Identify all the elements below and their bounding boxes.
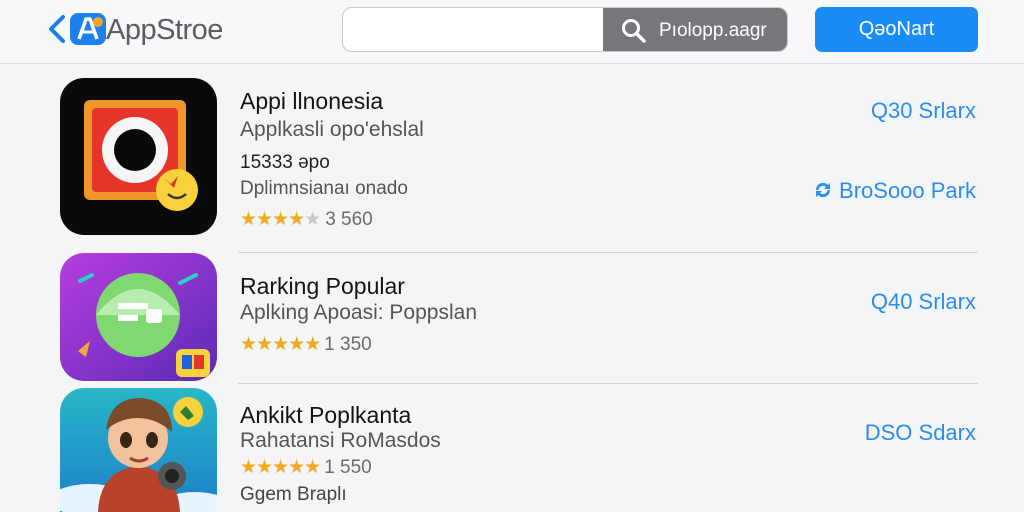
app-title[interactable]: Ankikt Poplkanta: [240, 402, 411, 429]
app-title[interactable]: Rarking Popular: [240, 273, 405, 300]
star-empty-icon: ★: [304, 209, 322, 230]
app-meta-secondary: Dplimnsianaı onado: [240, 178, 408, 199]
app-icon[interactable]: [60, 78, 217, 235]
app-list-item[interactable]: Rarking Popular Aplking Apoasi: Poppslan…: [0, 253, 1024, 383]
rating-count: 1 550: [324, 457, 372, 478]
app-meta: Ggem Braplı: [240, 484, 347, 505]
app-store-logo-icon: [70, 13, 106, 45]
rating: ★★★★★ 1 350: [240, 333, 372, 356]
star-rating: ★★★★: [240, 209, 305, 230]
get-button[interactable]: DSO Sdarx: [865, 420, 976, 446]
search-input[interactable]: [343, 8, 603, 51]
star-rating: ★★★★★: [240, 334, 321, 355]
star-rating: ★★★★★: [240, 457, 321, 478]
app-meta: 15333 əpo: [240, 152, 330, 173]
rating-count: 3 560: [325, 209, 373, 230]
app-list-item[interactable]: Appi llnonesia Applkasli opo'ehslal 1533…: [0, 78, 1024, 248]
app-subtitle: Applkasli opo'ehslal: [240, 118, 424, 141]
get-button[interactable]: Q30 Srlarx: [871, 98, 976, 124]
search-icon: [621, 18, 647, 44]
app-subtitle: Rahatansi RoMasdos: [240, 429, 441, 452]
primary-action-button[interactable]: QəoNart: [815, 7, 978, 52]
app-icon[interactable]: [60, 388, 217, 512]
rating: ★★★★★ 3 560: [240, 208, 373, 231]
search-button[interactable]: Pıolopp.aagr: [603, 8, 787, 51]
refresh-icon: [813, 180, 833, 200]
app-subtitle: Aplking Apoasi: Poppslan: [240, 301, 477, 324]
divider: [238, 383, 978, 384]
app-icon[interactable]: [60, 253, 217, 381]
rating: ★★★★★ 1 550: [240, 456, 372, 479]
secondary-action-label: BroSooo Park: [839, 178, 976, 203]
app-list-item[interactable]: Ankikt Poplkanta Rahatansi RoMasdos ★★★★…: [0, 388, 1024, 512]
rating-count: 1 350: [324, 334, 372, 355]
search-bar: Pıolopp.aagr: [342, 7, 788, 52]
app-title[interactable]: Appi llnonesia: [240, 88, 383, 115]
search-button-label: Pıolopp.aagr: [659, 20, 767, 41]
app-name: AppStroe: [106, 14, 223, 46]
get-button[interactable]: Q40 Srlarx: [871, 289, 976, 315]
top-bar: AppStroe Pıolopp.aagr QəoNart: [0, 0, 1024, 64]
secondary-action-button[interactable]: BroSooo Park: [813, 178, 976, 204]
chevron-left-icon[interactable]: [46, 12, 68, 46]
